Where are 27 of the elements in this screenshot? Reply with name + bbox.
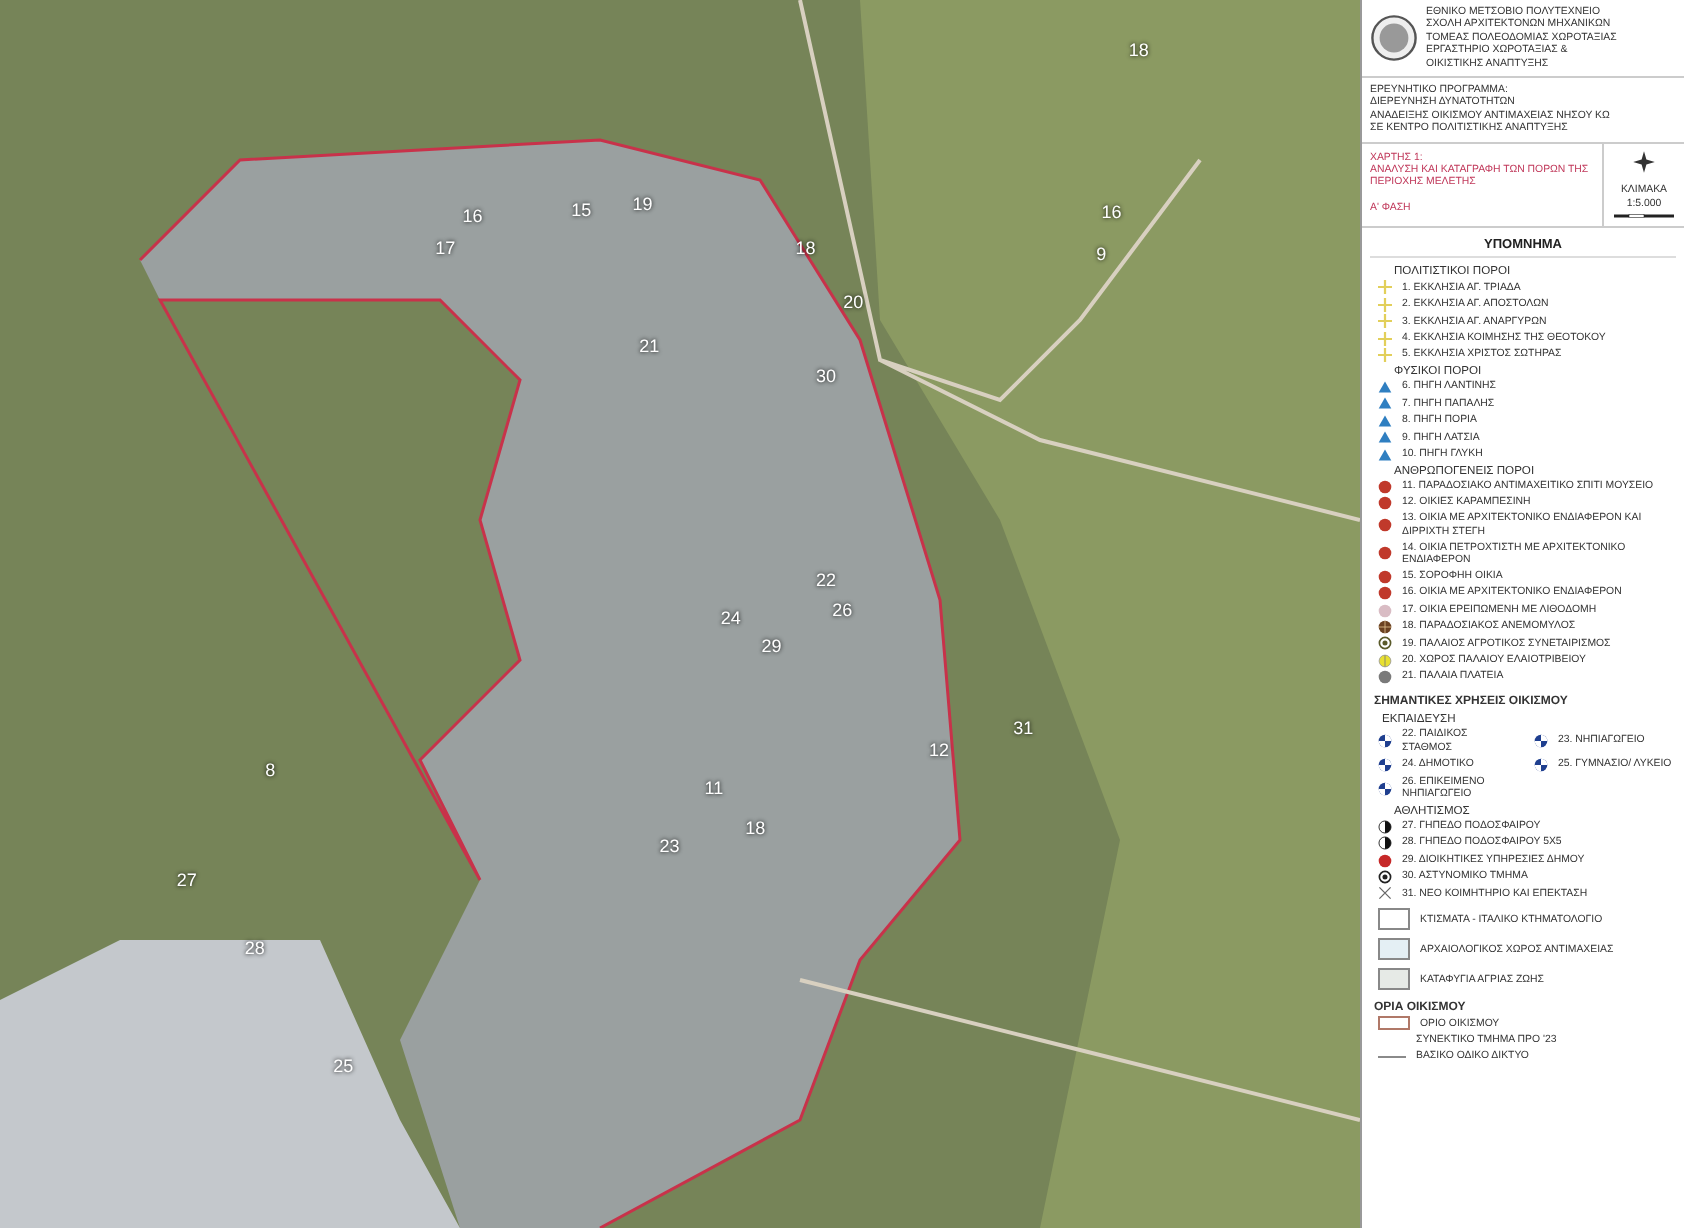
map-label: 22 bbox=[816, 571, 837, 589]
map-label: 24 bbox=[720, 610, 741, 629]
map-label: 23 bbox=[659, 838, 680, 857]
map-label: 18 bbox=[795, 239, 816, 258]
map-label: 8 bbox=[265, 761, 276, 780]
map-label: 9 bbox=[1096, 245, 1107, 264]
map-label: 31 bbox=[1013, 719, 1034, 738]
map-label: 20 bbox=[843, 294, 864, 313]
map-label: 26 bbox=[832, 601, 853, 620]
map-label: 16 bbox=[1101, 203, 1122, 222]
emblem-icon bbox=[1370, 14, 1418, 63]
map-label: 18 bbox=[745, 820, 766, 839]
compass-icon bbox=[1632, 149, 1656, 174]
map-label: 21 bbox=[639, 337, 660, 356]
map-label: 30 bbox=[816, 368, 837, 387]
map-label: 25 bbox=[333, 1058, 354, 1077]
map-label: 15 bbox=[571, 202, 592, 221]
map-label: 27 bbox=[176, 871, 197, 890]
map-label: 12 bbox=[928, 742, 949, 761]
map-label: 19 bbox=[632, 196, 653, 215]
map-label: 16 bbox=[462, 208, 483, 227]
scale-bar-icon bbox=[1614, 212, 1674, 221]
map-label: 17 bbox=[435, 239, 456, 258]
map-label: 29 bbox=[761, 638, 782, 657]
map-label: 18 bbox=[1128, 42, 1149, 61]
map-label: 11 bbox=[704, 779, 724, 798]
map-label: 28 bbox=[244, 939, 265, 958]
